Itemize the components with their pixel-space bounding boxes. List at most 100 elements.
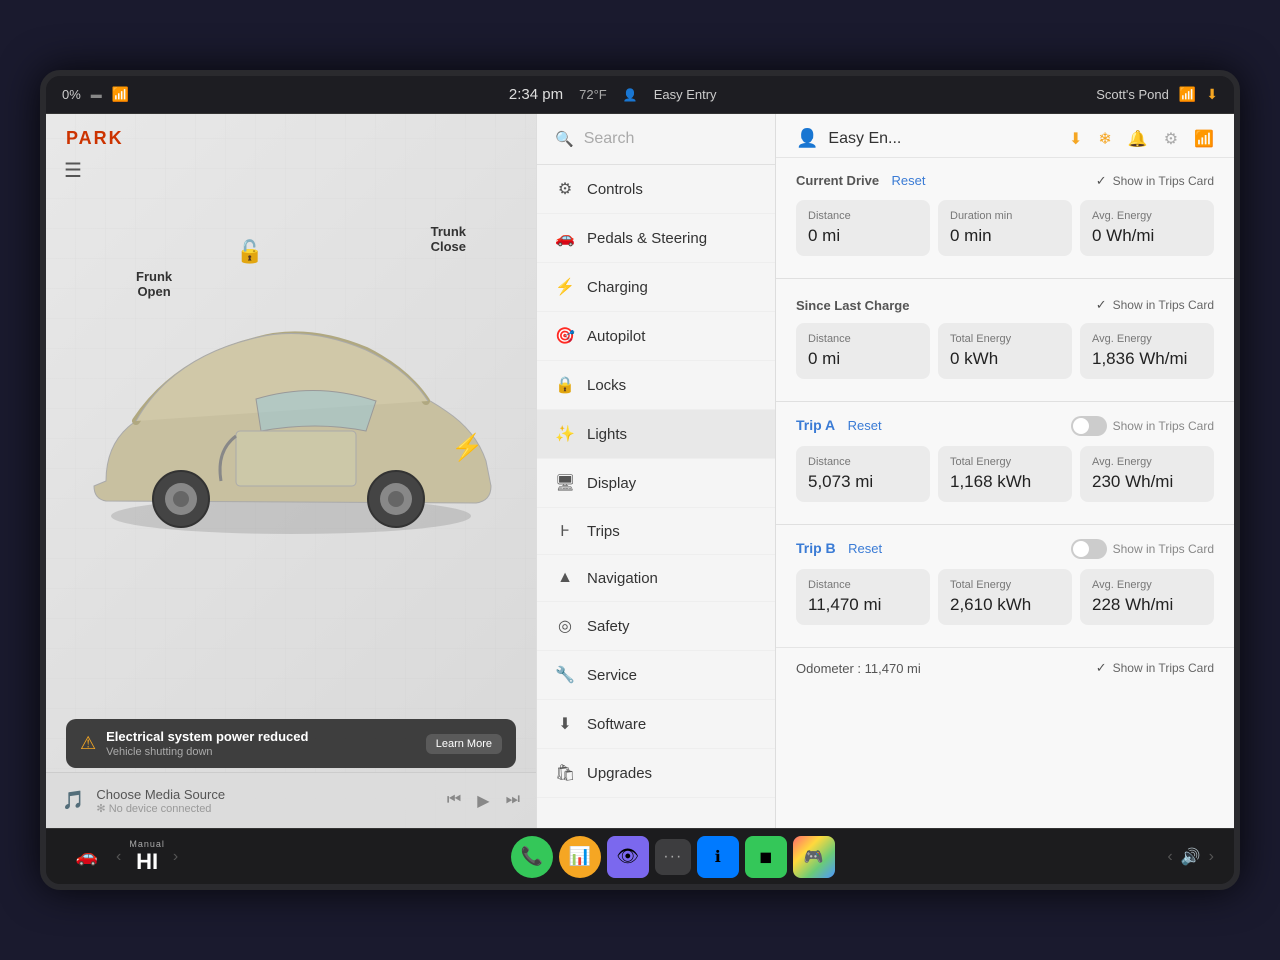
current-drive-show-trips: ✓ Show in Trips Card bbox=[1096, 173, 1214, 189]
trip-b-distance-label: Distance bbox=[808, 579, 918, 591]
trip-a-total-energy-value: 1,168 kWh bbox=[950, 472, 1060, 492]
sidebar-item-navigation[interactable]: ▲ Navigation bbox=[537, 555, 775, 602]
since-total-energy-label: Total Energy bbox=[950, 333, 1060, 345]
locks-icon: 🔒 bbox=[555, 375, 575, 395]
current-drive-stats: Distance 0 mi Duration min 0 min Avg. En… bbox=[796, 200, 1214, 256]
display-icon: 🖥 bbox=[555, 473, 575, 493]
current-duration-label: Duration min bbox=[950, 210, 1060, 222]
volume-next-button[interactable]: › bbox=[1209, 848, 1214, 866]
sidebar-item-autopilot[interactable]: 🎯 Autopilot bbox=[537, 312, 775, 361]
trip-b-stats-grid: Distance 11,470 mi Total Energy 2,610 kW… bbox=[796, 569, 1214, 625]
bell-icon[interactable]: 🔔 bbox=[1128, 129, 1148, 149]
phone-button[interactable]: 📞 bbox=[511, 836, 553, 878]
sidebar-item-safety[interactable]: ◎ Safety bbox=[537, 602, 775, 651]
trip-b-label: Trip B bbox=[796, 540, 836, 556]
charging-icon: ⚡ bbox=[555, 277, 575, 297]
trunk-status: Trunk Close bbox=[431, 224, 466, 254]
hamburger-icon[interactable]: ☰ bbox=[64, 158, 82, 183]
taskbar-center: 📞 📊 👁 ··· ℹ ◼ 🎮 bbox=[511, 836, 835, 878]
divider-3 bbox=[776, 524, 1234, 525]
sidebar-item-software[interactable]: ⬇ Software bbox=[537, 700, 775, 749]
nav-next-button[interactable]: › bbox=[173, 848, 178, 866]
trip-a-toggle[interactable] bbox=[1071, 416, 1107, 436]
volume-icon: 🔊 bbox=[1181, 847, 1201, 867]
since-last-charge-header: Since Last Charge ✓ Show in Trips Card bbox=[796, 297, 1214, 313]
sidebar-item-pedals[interactable]: 🚗 Pedals & Steering bbox=[537, 214, 775, 263]
warning-icon: ⚠ bbox=[80, 733, 96, 754]
nav-prev-button[interactable]: ‹ bbox=[116, 848, 121, 866]
lock-icon: 🔓 bbox=[236, 239, 263, 265]
trip-b-distance-value: 11,470 mi bbox=[808, 595, 918, 615]
since-distance-value: 0 mi bbox=[808, 349, 918, 369]
trip-a-distance-label: Distance bbox=[808, 456, 918, 468]
since-distance-card: Distance 0 mi bbox=[796, 323, 930, 379]
equalizer-button[interactable]: 📊 bbox=[559, 836, 601, 878]
checkmark-icon-2: ✓ bbox=[1096, 297, 1107, 313]
middle-panel: 🔍 Search ⚙ Controls 🚗 Pedals & Steering … bbox=[536, 114, 776, 828]
next-track-button[interactable]: ⏭ bbox=[506, 791, 520, 811]
warning-title: Electrical system power reduced bbox=[106, 729, 416, 744]
climate-manual-label: Manual bbox=[129, 839, 165, 849]
display-label: Display bbox=[587, 475, 636, 492]
play-button[interactable]: ▶ bbox=[477, 791, 489, 811]
learn-more-button[interactable]: Learn More bbox=[426, 734, 502, 754]
prev-track-button[interactable]: ⏮ bbox=[447, 791, 461, 811]
current-duration-value: 0 min bbox=[950, 226, 1060, 246]
sidebar-item-charging[interactable]: ⚡ Charging bbox=[537, 263, 775, 312]
bluetooth-icon[interactable]: ⚙ bbox=[1164, 129, 1178, 149]
car-home-button[interactable]: 🚗 bbox=[66, 836, 108, 878]
snowflake-icon[interactable]: ❄ bbox=[1098, 129, 1111, 149]
pedals-icon: 🚗 bbox=[555, 228, 575, 248]
odometer-checkmark: ✓ bbox=[1096, 660, 1107, 676]
locks-label: Locks bbox=[587, 377, 626, 394]
left-panel: PARK ☰ Frunk Open 🔓 Trunk Close bbox=[46, 114, 536, 828]
app-colorful-button[interactable]: 🎮 bbox=[793, 836, 835, 878]
frunk-status: Frunk Open bbox=[136, 269, 172, 299]
park-label: PARK bbox=[66, 128, 124, 149]
trip-b-total-energy-card: Total Energy 2,610 kWh bbox=[938, 569, 1072, 625]
trip-a-avg-energy-label: Avg. Energy bbox=[1092, 456, 1202, 468]
app-green-button[interactable]: ◼ bbox=[745, 836, 787, 878]
since-avg-energy-card: Avg. Energy 1,836 Wh/mi bbox=[1080, 323, 1214, 379]
sidebar-item-upgrades[interactable]: 🛍 Upgrades bbox=[537, 749, 775, 798]
more-apps-button[interactable]: ··· bbox=[655, 839, 691, 875]
sidebar-item-trips[interactable]: Ͱ Trips bbox=[537, 508, 775, 555]
media-info: Choose Media Source ✻ No device connecte… bbox=[96, 787, 434, 815]
camera-button[interactable]: 👁 bbox=[607, 836, 649, 878]
trip-b-header: Trip B Reset Show in Trips Card bbox=[776, 529, 1234, 565]
trip-b-toggle[interactable] bbox=[1071, 539, 1107, 559]
service-label: Service bbox=[587, 667, 637, 684]
lights-label: Lights bbox=[587, 426, 627, 443]
taskbar: 🚗 ‹ Manual HI › 📞 📊 👁 ··· ℹ ◼ 🎮 ‹ 🔊 › bbox=[46, 828, 1234, 884]
car-visualization: ⚡ bbox=[66, 184, 516, 698]
profile-title: Easy En... bbox=[828, 130, 901, 148]
search-item[interactable]: 🔍 Search bbox=[537, 114, 775, 165]
current-energy-label: Avg. Energy bbox=[1092, 210, 1202, 222]
controls-label: Controls bbox=[587, 181, 643, 198]
temperature: 72°F bbox=[579, 87, 607, 102]
sidebar-item-lights[interactable]: ✨ Lights bbox=[537, 410, 775, 459]
info-button[interactable]: ℹ bbox=[697, 836, 739, 878]
since-avg-energy-label: Avg. Energy bbox=[1092, 333, 1202, 345]
volume-prev-button[interactable]: ‹ bbox=[1167, 848, 1172, 866]
toggle-thumb bbox=[1073, 418, 1089, 434]
download-header-icon[interactable]: ⬇ bbox=[1069, 129, 1082, 149]
car-svg: ⚡ bbox=[76, 321, 506, 561]
since-last-charge-title: Since Last Charge bbox=[796, 298, 909, 313]
sidebar-item-controls[interactable]: ⚙ Controls bbox=[537, 165, 775, 214]
current-drive-reset[interactable]: Reset bbox=[892, 173, 926, 188]
trip-b-reset[interactable]: Reset bbox=[848, 541, 882, 556]
antenna-icon[interactable]: 📶 bbox=[1194, 129, 1214, 149]
trips-header-left: 👤 Easy En... bbox=[796, 128, 901, 149]
current-distance-value: 0 mi bbox=[808, 226, 918, 246]
sidebar-item-display[interactable]: 🖥 Display bbox=[537, 459, 775, 508]
sidebar-item-locks[interactable]: 🔒 Locks bbox=[537, 361, 775, 410]
since-distance-label: Distance bbox=[808, 333, 918, 345]
trips-label: Trips bbox=[587, 523, 620, 540]
trip-a-distance-card: Distance 5,073 mi bbox=[796, 446, 930, 502]
current-duration-card: Duration min 0 min bbox=[938, 200, 1072, 256]
sidebar-item-service[interactable]: 🔧 Service bbox=[537, 651, 775, 700]
trip-a-reset[interactable]: Reset bbox=[848, 418, 882, 433]
toggle-thumb-b bbox=[1073, 541, 1089, 557]
trip-b-avg-energy-card: Avg. Energy 228 Wh/mi bbox=[1080, 569, 1214, 625]
